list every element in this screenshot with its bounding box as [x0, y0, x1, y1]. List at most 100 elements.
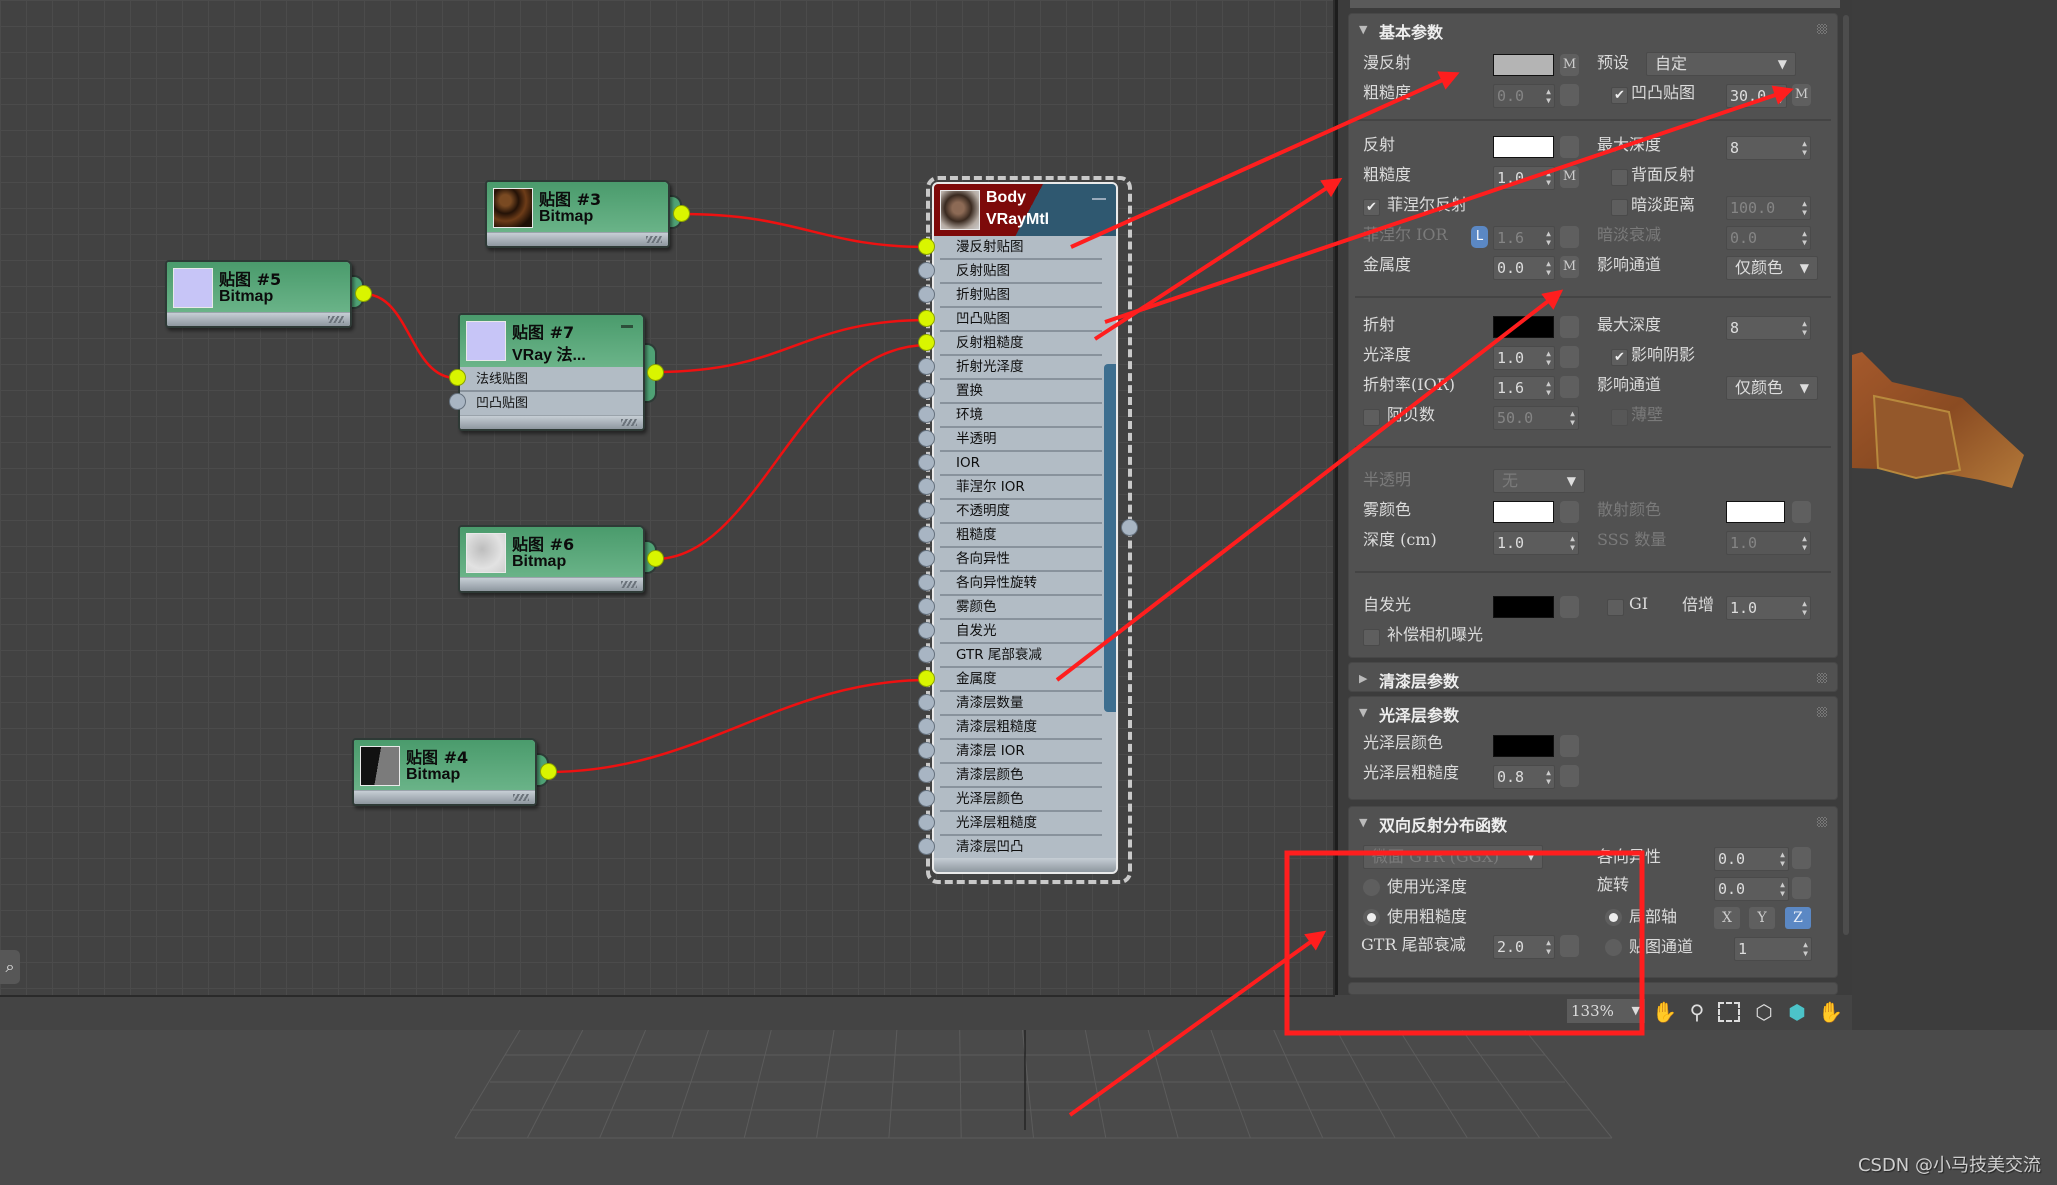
bump-checkbox[interactable]: ✔: [1611, 87, 1628, 104]
material-input-socket[interactable]: [918, 646, 935, 663]
max-depth-spinner[interactable]: 8 ▲ ▼: [1726, 136, 1811, 160]
material-input-socket[interactable]: [918, 742, 935, 759]
material-input-socket[interactable]: [918, 694, 935, 711]
refract-max-depth-spinner[interactable]: 8 ▲ ▼: [1726, 316, 1811, 340]
material-input-socket[interactable]: [918, 358, 935, 375]
ior-map-button[interactable]: [1560, 376, 1579, 398]
zoom-extents-icon[interactable]: ⬡: [1752, 1000, 1776, 1024]
translucency-dropdown[interactable]: 无 ▼: [1493, 469, 1585, 493]
material-input-socket[interactable]: [918, 334, 935, 351]
input-socket-bump[interactable]: [449, 393, 466, 410]
rotation-spinner[interactable]: 0.0 ▲ ▼: [1714, 877, 1789, 901]
abbe-spinner[interactable]: 50.0 ▲ ▼: [1493, 406, 1579, 430]
material-input-socket[interactable]: [918, 382, 935, 399]
material-input-socket[interactable]: [918, 838, 935, 855]
material-input-socket[interactable]: [918, 286, 935, 303]
fresnel-ior-spinner[interactable]: 1.6 ▲ ▼: [1493, 226, 1555, 250]
affect-shadows-checkbox[interactable]: ✔: [1611, 349, 1628, 366]
affect-channels-dropdown[interactable]: 仅颜色 ▼: [1726, 256, 1818, 280]
node-map5[interactable]: 贴图 #5 Bitmap: [165, 260, 372, 328]
bump-spinner[interactable]: 30.0 ▲ ▼: [1726, 84, 1787, 108]
use-glossiness-radio[interactable]: [1363, 879, 1380, 896]
material-input-socket[interactable]: [918, 814, 935, 831]
fresnel-ior-map-button[interactable]: [1560, 226, 1579, 248]
node-map3[interactable]: 贴图 #3 Bitmap: [485, 180, 690, 248]
fresnel-ior-lock-button[interactable]: L: [1471, 226, 1488, 248]
rotation-map-button[interactable]: [1792, 877, 1811, 899]
rollout-header-coat[interactable]: ▶ 清漆层参数: [1349, 663, 1837, 693]
collapse-icon[interactable]: [1092, 198, 1106, 200]
zoom-region-icon[interactable]: [1718, 1002, 1740, 1022]
material-input-socket[interactable]: [918, 406, 935, 423]
zoom-icon[interactable]: ⚲: [1685, 1000, 1709, 1024]
sheen-color-swatch[interactable]: [1493, 735, 1554, 757]
ior-spinner[interactable]: 1.6 ▲ ▼: [1493, 376, 1555, 400]
fog-map-button[interactable]: [1560, 501, 1579, 523]
diffuse-color-swatch[interactable]: [1493, 54, 1554, 76]
anisotropy-spinner[interactable]: 0.0 ▲ ▼: [1714, 847, 1789, 871]
pan-view-icon[interactable]: ✋: [1818, 1000, 1843, 1024]
bump-map-button[interactable]: M: [1792, 84, 1811, 106]
drag-grip-icon[interactable]: [1817, 24, 1827, 34]
map-channel-radio[interactable]: [1605, 939, 1622, 956]
input-socket-normal[interactable]: [449, 369, 466, 386]
refract-color-swatch[interactable]: [1493, 316, 1554, 338]
gtr-map-button[interactable]: [1560, 935, 1579, 957]
local-axis-radio[interactable]: [1605, 909, 1622, 926]
reflect-color-swatch[interactable]: [1493, 136, 1554, 158]
rollout-header-sheen[interactable]: ▼ 光泽层参数: [1349, 697, 1837, 727]
glossiness-map-button[interactable]: [1560, 346, 1579, 368]
material-input-socket[interactable]: [918, 430, 935, 447]
collapse-icon[interactable]: [621, 325, 633, 328]
sss-amount-spinner[interactable]: 1.0 ▲ ▼: [1726, 531, 1811, 555]
diffuse-map-button[interactable]: M: [1560, 54, 1579, 76]
material-input-socket[interactable]: [918, 454, 935, 471]
output-socket[interactable]: [647, 550, 664, 567]
scatter-color-swatch[interactable]: [1726, 501, 1785, 523]
map-channel-spinner[interactable]: 1 ▲ ▼: [1734, 937, 1812, 961]
abbe-checkbox[interactable]: [1363, 409, 1380, 426]
node-map4[interactable]: 贴图 #4 Bitmap: [352, 738, 557, 806]
material-input-socket[interactable]: [918, 766, 935, 783]
pan-hand-icon[interactable]: ✋: [1652, 1000, 1677, 1024]
axis-x-button[interactable]: X: [1714, 907, 1740, 929]
refract-map-button[interactable]: [1560, 316, 1579, 338]
preset-dropdown[interactable]: 自定 ▼: [1646, 52, 1796, 76]
self-illum-color-swatch[interactable]: [1493, 596, 1554, 618]
drag-grip-icon[interactable]: [1817, 673, 1827, 683]
backside-checkbox[interactable]: [1611, 169, 1628, 186]
material-input-socket[interactable]: [918, 622, 935, 639]
dim-falloff-spinner[interactable]: 0.0 ▲ ▼: [1726, 226, 1811, 250]
zoom-extents-selected-icon[interactable]: ⬢: [1785, 1000, 1809, 1024]
material-input-socket[interactable]: [918, 574, 935, 591]
node-map7[interactable]: 贴图 #7 VRay 法... 法线贴图 凹凸贴图: [449, 313, 664, 431]
binoculars-icon[interactable]: ⌕: [0, 950, 20, 984]
refract-affect-channels-dropdown[interactable]: 仅颜色 ▼: [1726, 376, 1818, 400]
material-input-socket[interactable]: [918, 670, 935, 687]
reflect-map-button[interactable]: [1560, 136, 1579, 158]
output-socket[interactable]: [355, 285, 372, 302]
compensate-exposure-checkbox[interactable]: [1363, 629, 1380, 646]
metalness-map-button[interactable]: M: [1560, 256, 1579, 278]
material-input-socket[interactable]: [918, 550, 935, 567]
refl-roughness-map-button[interactable]: M: [1560, 166, 1579, 188]
node-editor-canvas[interactable]: [0, 0, 1335, 995]
thin-walled-checkbox[interactable]: [1611, 409, 1628, 426]
self-illum-map-button[interactable]: [1560, 596, 1579, 618]
material-input-socket[interactable]: [918, 310, 935, 327]
material-input-socket[interactable]: [918, 502, 935, 519]
viewport-3d-right[interactable]: [1852, 0, 2057, 1030]
metalness-spinner[interactable]: 0.0 ▲ ▼: [1493, 256, 1555, 280]
dim-distance-spinner[interactable]: 100.0 ▲ ▼: [1726, 196, 1811, 220]
sheen-color-map-button[interactable]: [1560, 735, 1579, 757]
material-input-socket[interactable]: [918, 238, 935, 255]
fresnel-checkbox[interactable]: ✔: [1363, 199, 1380, 216]
sheen-roughness-spinner[interactable]: 0.8 ▲ ▼: [1493, 765, 1555, 789]
rollout-header-basic[interactable]: ▼ 基本参数: [1349, 14, 1837, 44]
material-input-socket[interactable]: [918, 478, 935, 495]
brdf-type-dropdown[interactable]: 微面 GTR (GGX) ▾: [1363, 845, 1543, 869]
refl-roughness-spinner[interactable]: 1.0 ▲ ▼: [1493, 166, 1555, 190]
material-input-socket[interactable]: [918, 262, 935, 279]
roughness-spinner[interactable]: 0.0 ▲ ▼: [1493, 84, 1555, 108]
axis-z-button[interactable]: Z: [1785, 907, 1811, 929]
